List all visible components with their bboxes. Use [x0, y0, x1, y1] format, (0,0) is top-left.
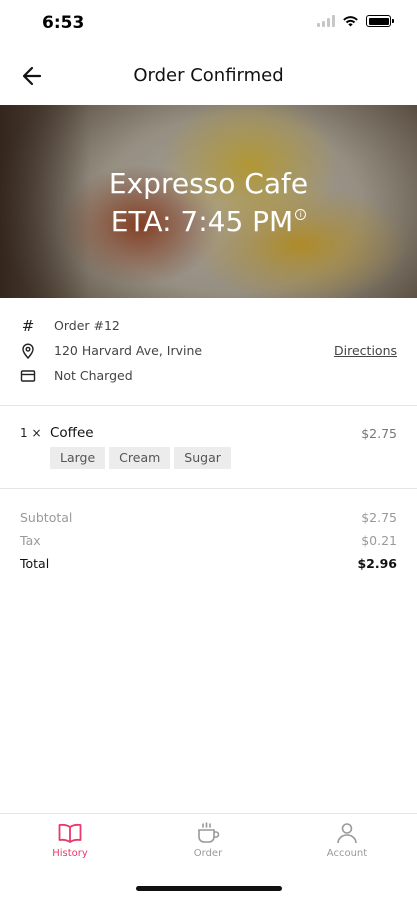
modifier-chip: Sugar [174, 447, 231, 469]
modifier-chip: Large [50, 447, 106, 469]
total-value: $2.96 [357, 556, 397, 571]
address-row: 120 Harvard Ave, Irvine Directions [0, 339, 417, 364]
modifier-chip: Cream [109, 447, 171, 469]
status-time: 6:53 [42, 13, 85, 33]
home-indicator [136, 886, 282, 891]
order-number-row: # Order #12 [0, 314, 417, 339]
payment-row: Not Charged [0, 364, 417, 389]
payment-status: Not Charged [54, 368, 133, 383]
nav-bar: Order Confirmed [0, 52, 417, 100]
credit-card-icon [20, 368, 36, 384]
tab-label: Account [326, 848, 368, 859]
cafe-hero-image: Expresso Cafe ETA: 7:45 PM i [0, 105, 417, 298]
tab-label: Order [193, 848, 223, 859]
total-label: Total [20, 556, 50, 571]
cafe-name: Expresso Cafe [108, 167, 309, 200]
signal-icon [317, 15, 335, 27]
tax-value: $0.21 [361, 533, 397, 548]
order-items: 1 × Coffee $2.75 Large Cream Sugar [0, 424, 417, 474]
info-icon[interactable]: i [295, 209, 307, 220]
location-pin-icon [20, 343, 36, 360]
page-title: Order Confirmed [133, 65, 284, 86]
tab-bar: History Order Account [0, 813, 417, 873]
eta-text: ETA: 7:45 PM [110, 205, 294, 238]
status-icons [317, 15, 394, 27]
total-row: Total $2.96 [0, 554, 417, 577]
hash-icon: # [21, 317, 35, 335]
tab-history[interactable]: History [30, 822, 110, 859]
book-icon [58, 823, 82, 843]
battery-icon [366, 15, 394, 27]
directions-link[interactable]: Directions [334, 343, 397, 358]
coffee-cup-icon [198, 822, 220, 843]
list-item: 1 × Coffee $2.75 Large Cream Sugar [0, 424, 417, 474]
order-totals: Subtotal $2.75 Tax $0.21 Total $2.96 [0, 508, 417, 577]
tab-label: History [52, 848, 88, 859]
tax-label: Tax [20, 533, 41, 548]
eta-line: ETA: 7:45 PM i [0, 205, 417, 238]
item-quantity: 1 × [20, 426, 42, 440]
subtotal-value: $2.75 [361, 510, 397, 525]
item-modifiers: Large Cream Sugar [50, 447, 231, 469]
wifi-icon [343, 16, 358, 27]
divider [0, 405, 417, 406]
item-price: $2.75 [361, 426, 397, 441]
item-name: Coffee [50, 425, 94, 441]
order-details: # Order #12 120 Harvard Ave, Irvine Dire… [0, 314, 417, 389]
subtotal-row: Subtotal $2.75 [0, 508, 417, 531]
tab-order[interactable]: Order [168, 822, 248, 859]
divider [0, 488, 417, 489]
subtotal-label: Subtotal [20, 510, 73, 525]
person-icon [337, 823, 357, 844]
tab-account[interactable]: Account [307, 822, 387, 859]
status-bar: 6:53 [0, 0, 417, 48]
order-number: Order #12 [54, 318, 120, 333]
tax-row: Tax $0.21 [0, 531, 417, 554]
address: 120 Harvard Ave, Irvine [54, 343, 203, 358]
